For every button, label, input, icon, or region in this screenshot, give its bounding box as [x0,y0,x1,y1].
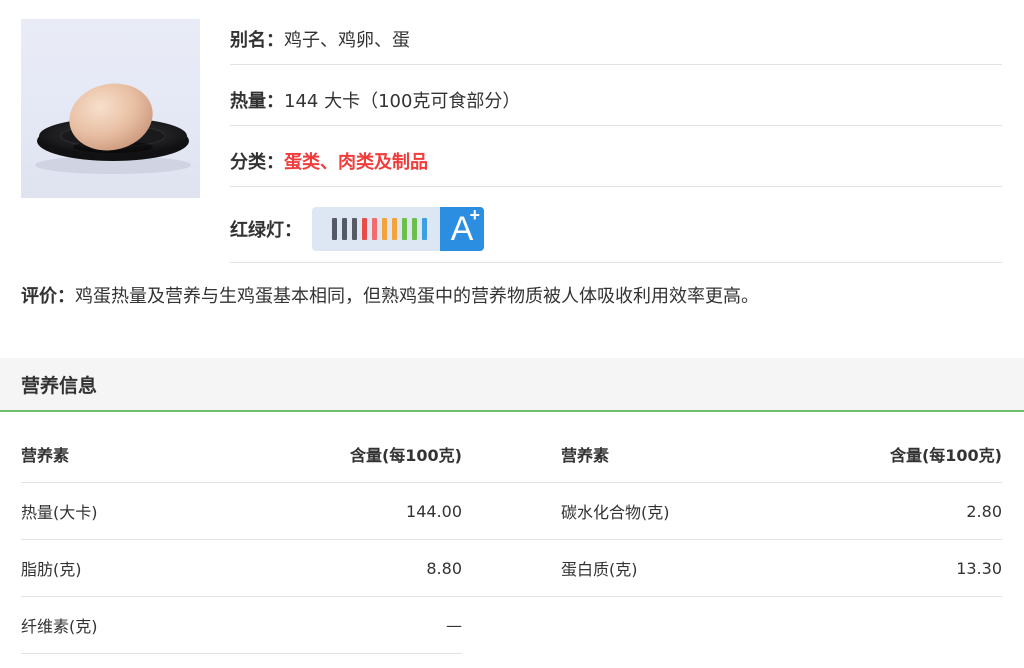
table-header-row: 营养素 含量(每100克) 营养素 含量(每100克) [21,426,1002,483]
category-label: 分类： [230,151,284,173]
traffic-light-bar [362,218,367,240]
column-header-amount: 含量(每100克) [349,446,462,465]
nutrition-table: 营养素 含量(每100克) 营养素 含量(每100克) 热量(大卡) 144.0… [21,426,1002,654]
nutrient-name: 热量(大卡) [21,503,98,522]
traffic-light-bar [392,218,397,240]
nutrient-value: 13.30 [956,558,1002,578]
traffic-light-row: 红绿灯： A + [230,196,1002,263]
traffic-light-bar [382,218,387,240]
calorie-row: 热量： 144 大卡（100克可食部分） [230,74,1002,126]
nutrient-value: 144.00 [406,501,462,521]
traffic-light-bar [402,218,407,240]
nutrient-value: 8.80 [426,558,462,578]
alias-label: 别名： [230,29,284,51]
table-row: 纤维素(克) — [21,597,462,654]
grade-plus: + [469,207,480,225]
nutrient-name: 脂肪(克) [21,560,82,579]
nutrition-section-header: 营养信息 [0,358,1024,412]
column-header-amount: 含量(每100克) [889,446,1002,465]
traffic-light-bar [342,218,347,240]
food-image [21,19,200,198]
traffic-light-bar [332,218,337,240]
traffic-light-bar [352,218,357,240]
nutrient-value: 2.80 [966,501,1002,521]
nutrient-name: 纤维素(克) [21,617,98,636]
food-detail-page: 别名： 鸡子、鸡卵、蛋 热量： 144 大卡（100克可食部分） 分类： 蛋类、… [0,0,1024,668]
traffic-light-bar [372,218,377,240]
nutrient-name: 蛋白质(克) [561,560,638,579]
evaluation-text: 鸡蛋热量及营养与生鸡蛋基本相同，但熟鸡蛋中的营养物质被人体吸收利用效率更高。 [75,286,759,307]
evaluation: 评价：鸡蛋热量及营养与生鸡蛋基本相同，但熟鸡蛋中的营养物质被人体吸收利用效率更高… [21,282,1011,308]
traffic-light-label: 红绿灯： [230,220,302,241]
column-header-nutrient: 营养素 [21,446,70,465]
table-row: 脂肪(克) 8.80 蛋白质(克) 13.30 [21,540,1002,597]
nutrient-value: — [446,615,462,635]
egg-on-plate-image [35,83,191,174]
grade-badge: A + [440,207,484,251]
section-title: 营养信息 [21,374,98,397]
traffic-light-scale [312,207,460,251]
nutrient-name: 碳水化合物(克) [561,503,670,522]
column-header-nutrient: 营养素 [561,446,610,465]
evaluation-label: 评价： [21,286,75,307]
traffic-light-bar [412,218,417,240]
alias-row: 别名： 鸡子、鸡卵、蛋 [230,13,1002,65]
calorie-value: 144 大卡（100克可食部分） [284,90,521,112]
traffic-light-widget[interactable]: A + [312,207,484,251]
category-row: 分类： 蛋类、肉类及制品 [230,135,1002,187]
table-row: 热量(大卡) 144.00 碳水化合物(克) 2.80 [21,483,1002,540]
category-link[interactable]: 蛋类、肉类及制品 [284,148,428,174]
calorie-label: 热量： [230,90,284,112]
alias-value: 鸡子、鸡卵、蛋 [284,29,410,51]
traffic-light-bar [422,218,427,240]
